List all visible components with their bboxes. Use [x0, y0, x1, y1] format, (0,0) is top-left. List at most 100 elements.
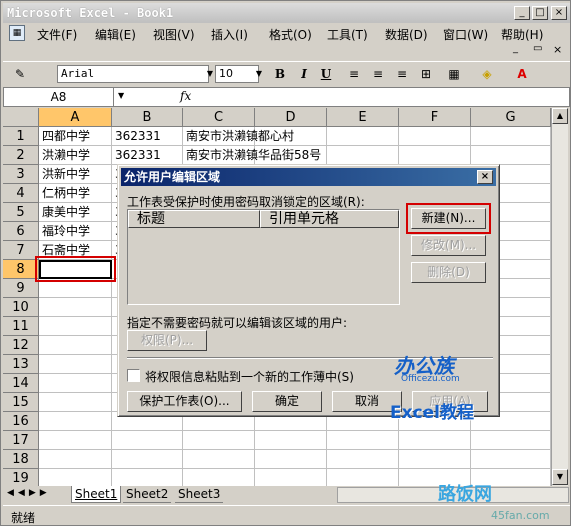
menu-view[interactable]: 视图(V) — [153, 26, 195, 43]
menu-help[interactable]: 帮助(H) — [501, 26, 543, 43]
excel-doc-icon[interactable]: ▦ — [9, 25, 25, 41]
tab-sheet2[interactable]: Sheet2 — [123, 486, 172, 503]
doc-close-button[interactable]: × — [553, 43, 562, 56]
allow-edit-ranges-dialog: 允许用户编辑区域 × 工作表受保护时使用密码取消锁定的区域(R): 标题 引用单… — [117, 164, 500, 423]
minimize-button[interactable]: _ — [514, 6, 530, 20]
row-header-9[interactable]: 9 — [3, 279, 39, 298]
column-header-f[interactable]: F — [399, 108, 471, 127]
align-center-icon[interactable]: ≡ — [369, 65, 387, 83]
cell-a4[interactable]: 仁柄中学 — [39, 184, 90, 203]
row-header-12[interactable]: 12 — [3, 336, 39, 355]
protect-sheet-button[interactable]: 保护工作表(O)... — [127, 391, 242, 412]
watermark-45fan-url: 45fan.com — [491, 509, 550, 522]
row-header-16[interactable]: 16 — [3, 412, 39, 431]
row-header-7[interactable]: 7 — [3, 241, 39, 260]
doc-minimize-button[interactable]: _ — [513, 43, 518, 54]
row-header-19[interactable]: 19 — [3, 469, 39, 486]
cell-a2[interactable]: 洪濑中学 — [39, 146, 90, 165]
ok-button[interactable]: 确定 — [252, 391, 322, 412]
scroll-up-icon[interactable]: ▲ — [552, 108, 568, 124]
row-header-4[interactable]: 4 — [3, 184, 39, 203]
underline-button[interactable]: U — [317, 65, 335, 83]
row-header-2[interactable]: 2 — [3, 146, 39, 165]
cell-b2[interactable]: 362331 — [112, 146, 161, 165]
highlight-box-new — [406, 203, 491, 234]
menu-tools[interactable]: 工具(T) — [327, 26, 368, 43]
fx-icon[interactable]: fx — [180, 89, 191, 103]
menu-insert[interactable]: 插入(I) — [211, 26, 248, 43]
ranges-label: 工作表受保护时使用密码取消锁定的区域(R): — [127, 195, 365, 209]
row-header-14[interactable]: 14 — [3, 374, 39, 393]
row-header-8[interactable]: 8 — [3, 260, 39, 279]
maximize-button[interactable]: □ — [532, 6, 548, 20]
column-header-g[interactable]: G — [471, 108, 551, 127]
dialog-title: 允许用户编辑区域 — [124, 170, 221, 184]
col-header-ref[interactable]: 引用单元格 — [260, 210, 399, 228]
tab-sheet1[interactable]: Sheet1 — [71, 486, 122, 503]
row-header-11[interactable]: 11 — [3, 317, 39, 336]
chevron-down-icon[interactable]: ▼ — [255, 65, 263, 83]
name-box[interactable]: A8 — [4, 88, 114, 106]
cell-a3[interactable]: 洪新中学 — [39, 165, 90, 184]
cell-b1[interactable]: 362331 — [112, 127, 161, 146]
ranges-list[interactable]: 标题 引用单元格 — [127, 209, 400, 305]
menu-bar: ▦ 文件(F) 编辑(E) 视图(V) 插入(I) 格式(O) 工具(T) 数据… — [3, 23, 570, 59]
cell-a6[interactable]: 福玲中学 — [39, 222, 90, 241]
cell-a5[interactable]: 康美中学 — [39, 203, 90, 222]
chevron-down-icon[interactable]: ▼ — [118, 91, 124, 100]
row-header-1[interactable]: 1 — [3, 127, 39, 146]
gridline-horizontal — [39, 468, 551, 469]
merge-center-icon[interactable]: ⊞ — [417, 65, 435, 83]
col-header-title[interactable]: 标题 — [128, 210, 260, 228]
font-name-select[interactable]: Arial — [57, 65, 209, 83]
users-label: 指定不需要密码就可以编辑该区域的用户: — [127, 316, 348, 330]
column-header-b[interactable]: B — [112, 108, 183, 127]
cell-a1[interactable]: 四都中学 — [39, 127, 90, 146]
italic-button[interactable]: I — [295, 65, 313, 83]
row-header-5[interactable]: 5 — [3, 203, 39, 222]
tab-scroll-arrows-icon[interactable]: ◀◀▶▶ — [7, 488, 51, 498]
delete-range-button[interactable]: 删除(D) — [411, 262, 486, 283]
dialog-close-button[interactable]: × — [477, 170, 493, 184]
scroll-down-icon[interactable]: ▼ — [552, 469, 568, 485]
row-header-15[interactable]: 15 — [3, 393, 39, 412]
column-header-e[interactable]: E — [327, 108, 399, 127]
font-size-select[interactable]: 10 — [215, 65, 259, 83]
vertical-scrollbar[interactable]: ▲ ▼ — [551, 108, 568, 486]
menu-format[interactable]: 格式(O) — [269, 26, 312, 43]
menu-data[interactable]: 数据(D) — [385, 26, 428, 43]
row-header-10[interactable]: 10 — [3, 298, 39, 317]
column-header-d[interactable]: D — [255, 108, 327, 127]
borders-icon[interactable]: ▦ — [445, 65, 463, 83]
row-header-3[interactable]: 3 — [3, 165, 39, 184]
row-header-13[interactable]: 13 — [3, 355, 39, 374]
row-header-6[interactable]: 6 — [3, 222, 39, 241]
paste-permissions-checkbox[interactable] — [127, 369, 140, 382]
cell-c1[interactable]: 南安市洪濑镇都心村 — [183, 127, 294, 146]
menu-edit[interactable]: 编辑(E) — [95, 26, 136, 43]
fill-color-icon[interactable]: ◈ — [478, 65, 496, 83]
cell-c2[interactable]: 南安市洪濑镇华品街58号 — [183, 146, 321, 165]
row-header-17[interactable]: 17 — [3, 431, 39, 450]
column-header-c[interactable]: C — [183, 108, 255, 127]
menu-window[interactable]: 窗口(W) — [443, 26, 488, 43]
align-left-icon[interactable]: ≡ — [345, 65, 363, 83]
status-text: 就绪 — [11, 511, 36, 525]
highlight-box-a8 — [35, 256, 116, 282]
doc-restore-button[interactable]: ▭ — [533, 43, 542, 54]
modify-range-button[interactable]: 修改(M)... — [411, 235, 486, 256]
select-all-corner[interactable] — [3, 108, 39, 127]
font-color-icon[interactable]: A — [513, 65, 531, 83]
close-button[interactable]: × — [551, 6, 567, 20]
chevron-down-icon[interactable]: ▼ — [206, 65, 214, 83]
menu-file[interactable]: 文件(F) — [37, 26, 77, 43]
dialog-title-bar: 允许用户编辑区域 × — [121, 168, 496, 186]
bold-button[interactable]: B — [271, 65, 289, 83]
permissions-button[interactable]: 权限(P)... — [127, 330, 207, 351]
row-header-18[interactable]: 18 — [3, 450, 39, 469]
column-header-a[interactable]: A — [39, 108, 112, 127]
format-painter-icon[interactable]: ✎ — [11, 65, 29, 83]
align-right-icon[interactable]: ≡ — [393, 65, 411, 83]
tab-sheet3[interactable]: Sheet3 — [175, 486, 224, 503]
formula-bar: A8 ▼ fx — [3, 87, 570, 107]
